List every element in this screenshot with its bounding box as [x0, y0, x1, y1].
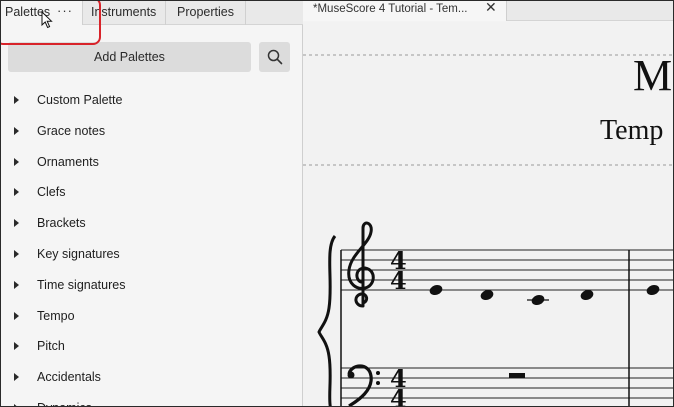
expand-arrow-icon[interactable]: [14, 96, 19, 104]
bass-time-signature[interactable]: 4 4: [390, 364, 407, 407]
search-palettes-button[interactable]: [259, 42, 290, 72]
palette-item-label: Tempo: [37, 308, 75, 323]
palette-item[interactable]: Tempo: [1, 302, 301, 333]
expand-arrow-icon[interactable]: [14, 126, 19, 135]
palette-item-label: Dynamics: [37, 401, 92, 406]
app-window: Palettes ··· Instruments Properties Add …: [0, 0, 674, 407]
document-tab-title: *MuseScore 4 Tutorial - Tem...: [313, 3, 468, 15]
expand-arrow-icon[interactable]: [14, 249, 19, 258]
mouse-cursor-icon: [41, 11, 53, 29]
palette-list: Custom Palette Grace notes Ornaments Clefs B…: [1, 86, 301, 406]
svg-text:4: 4: [390, 266, 407, 295]
palette-item[interactable]: Custom Palette: [1, 86, 301, 117]
expand-arrow-icon[interactable]: [14, 342, 19, 351]
palette-item[interactable]: Accidentals: [1, 363, 301, 394]
palette-item-label: Ornaments: [37, 154, 99, 169]
palettes-panel: Palettes ··· Instruments Properties Add …: [1, 1, 303, 406]
palette-item-label: Grace notes: [37, 123, 106, 138]
palette-item[interactable]: Time signatures: [1, 271, 301, 302]
tab-instruments[interactable]: Instruments: [83, 1, 166, 25]
grand-staff-brace: [317, 235, 337, 406]
palette-item-label: Custom Palette: [37, 93, 123, 107]
palette-item-label: Time signatures: [37, 277, 126, 292]
palette-item-label: Key signatures: [37, 246, 120, 261]
add-palettes-button[interactable]: Add Palettes: [8, 42, 251, 72]
palette-item[interactable]: Brackets: [1, 209, 301, 240]
tab-properties[interactable]: Properties: [166, 1, 246, 25]
note-head[interactable]: [428, 283, 443, 296]
expand-arrow-icon[interactable]: [14, 311, 19, 320]
score-title[interactable]: M: [633, 51, 672, 100]
close-icon[interactable]: ✕: [485, 1, 497, 15]
palette-item[interactable]: Dynamics: [1, 394, 301, 406]
expand-arrow-icon[interactable]: [14, 373, 19, 382]
note-head[interactable]: [530, 293, 545, 306]
whole-rest[interactable]: [509, 373, 525, 378]
palette-item[interactable]: Pitch: [1, 332, 301, 363]
expand-arrow-icon[interactable]: [14, 188, 19, 197]
expand-arrow-icon[interactable]: [14, 280, 19, 289]
treble-time-signature[interactable]: 4 4: [390, 246, 407, 295]
bass-clef-icon[interactable]: [347, 364, 381, 406]
score-subtitle[interactable]: Temp: [600, 115, 663, 146]
treble-clef-icon[interactable]: [347, 221, 375, 308]
palette-item-label: Accidentals: [37, 370, 101, 385]
palette-item[interactable]: Ornaments: [1, 148, 301, 179]
note-head[interactable]: [645, 283, 660, 296]
expand-arrow-icon[interactable]: [14, 219, 19, 228]
score-canvas[interactable]: M Temp 4 4 4 4: [303, 22, 673, 407]
palette-item-label: Clefs: [37, 185, 66, 200]
document-tab[interactable]: *MuseScore 4 Tutorial - Tem... ✕: [303, 1, 507, 21]
palettes-menu-icon[interactable]: ···: [57, 1, 73, 22]
palette-item[interactable]: Grace notes: [1, 117, 301, 148]
palette-item[interactable]: Key signatures: [1, 240, 301, 271]
search-icon: [267, 49, 283, 65]
expand-arrow-icon[interactable]: [14, 157, 19, 166]
palette-item-label: Brackets: [37, 216, 86, 231]
document-tab-bar: *MuseScore 4 Tutorial - Tem... ✕: [303, 1, 673, 21]
palette-item[interactable]: Clefs: [1, 178, 301, 209]
svg-text:4: 4: [390, 384, 407, 407]
palette-item-label: Pitch: [37, 339, 65, 354]
